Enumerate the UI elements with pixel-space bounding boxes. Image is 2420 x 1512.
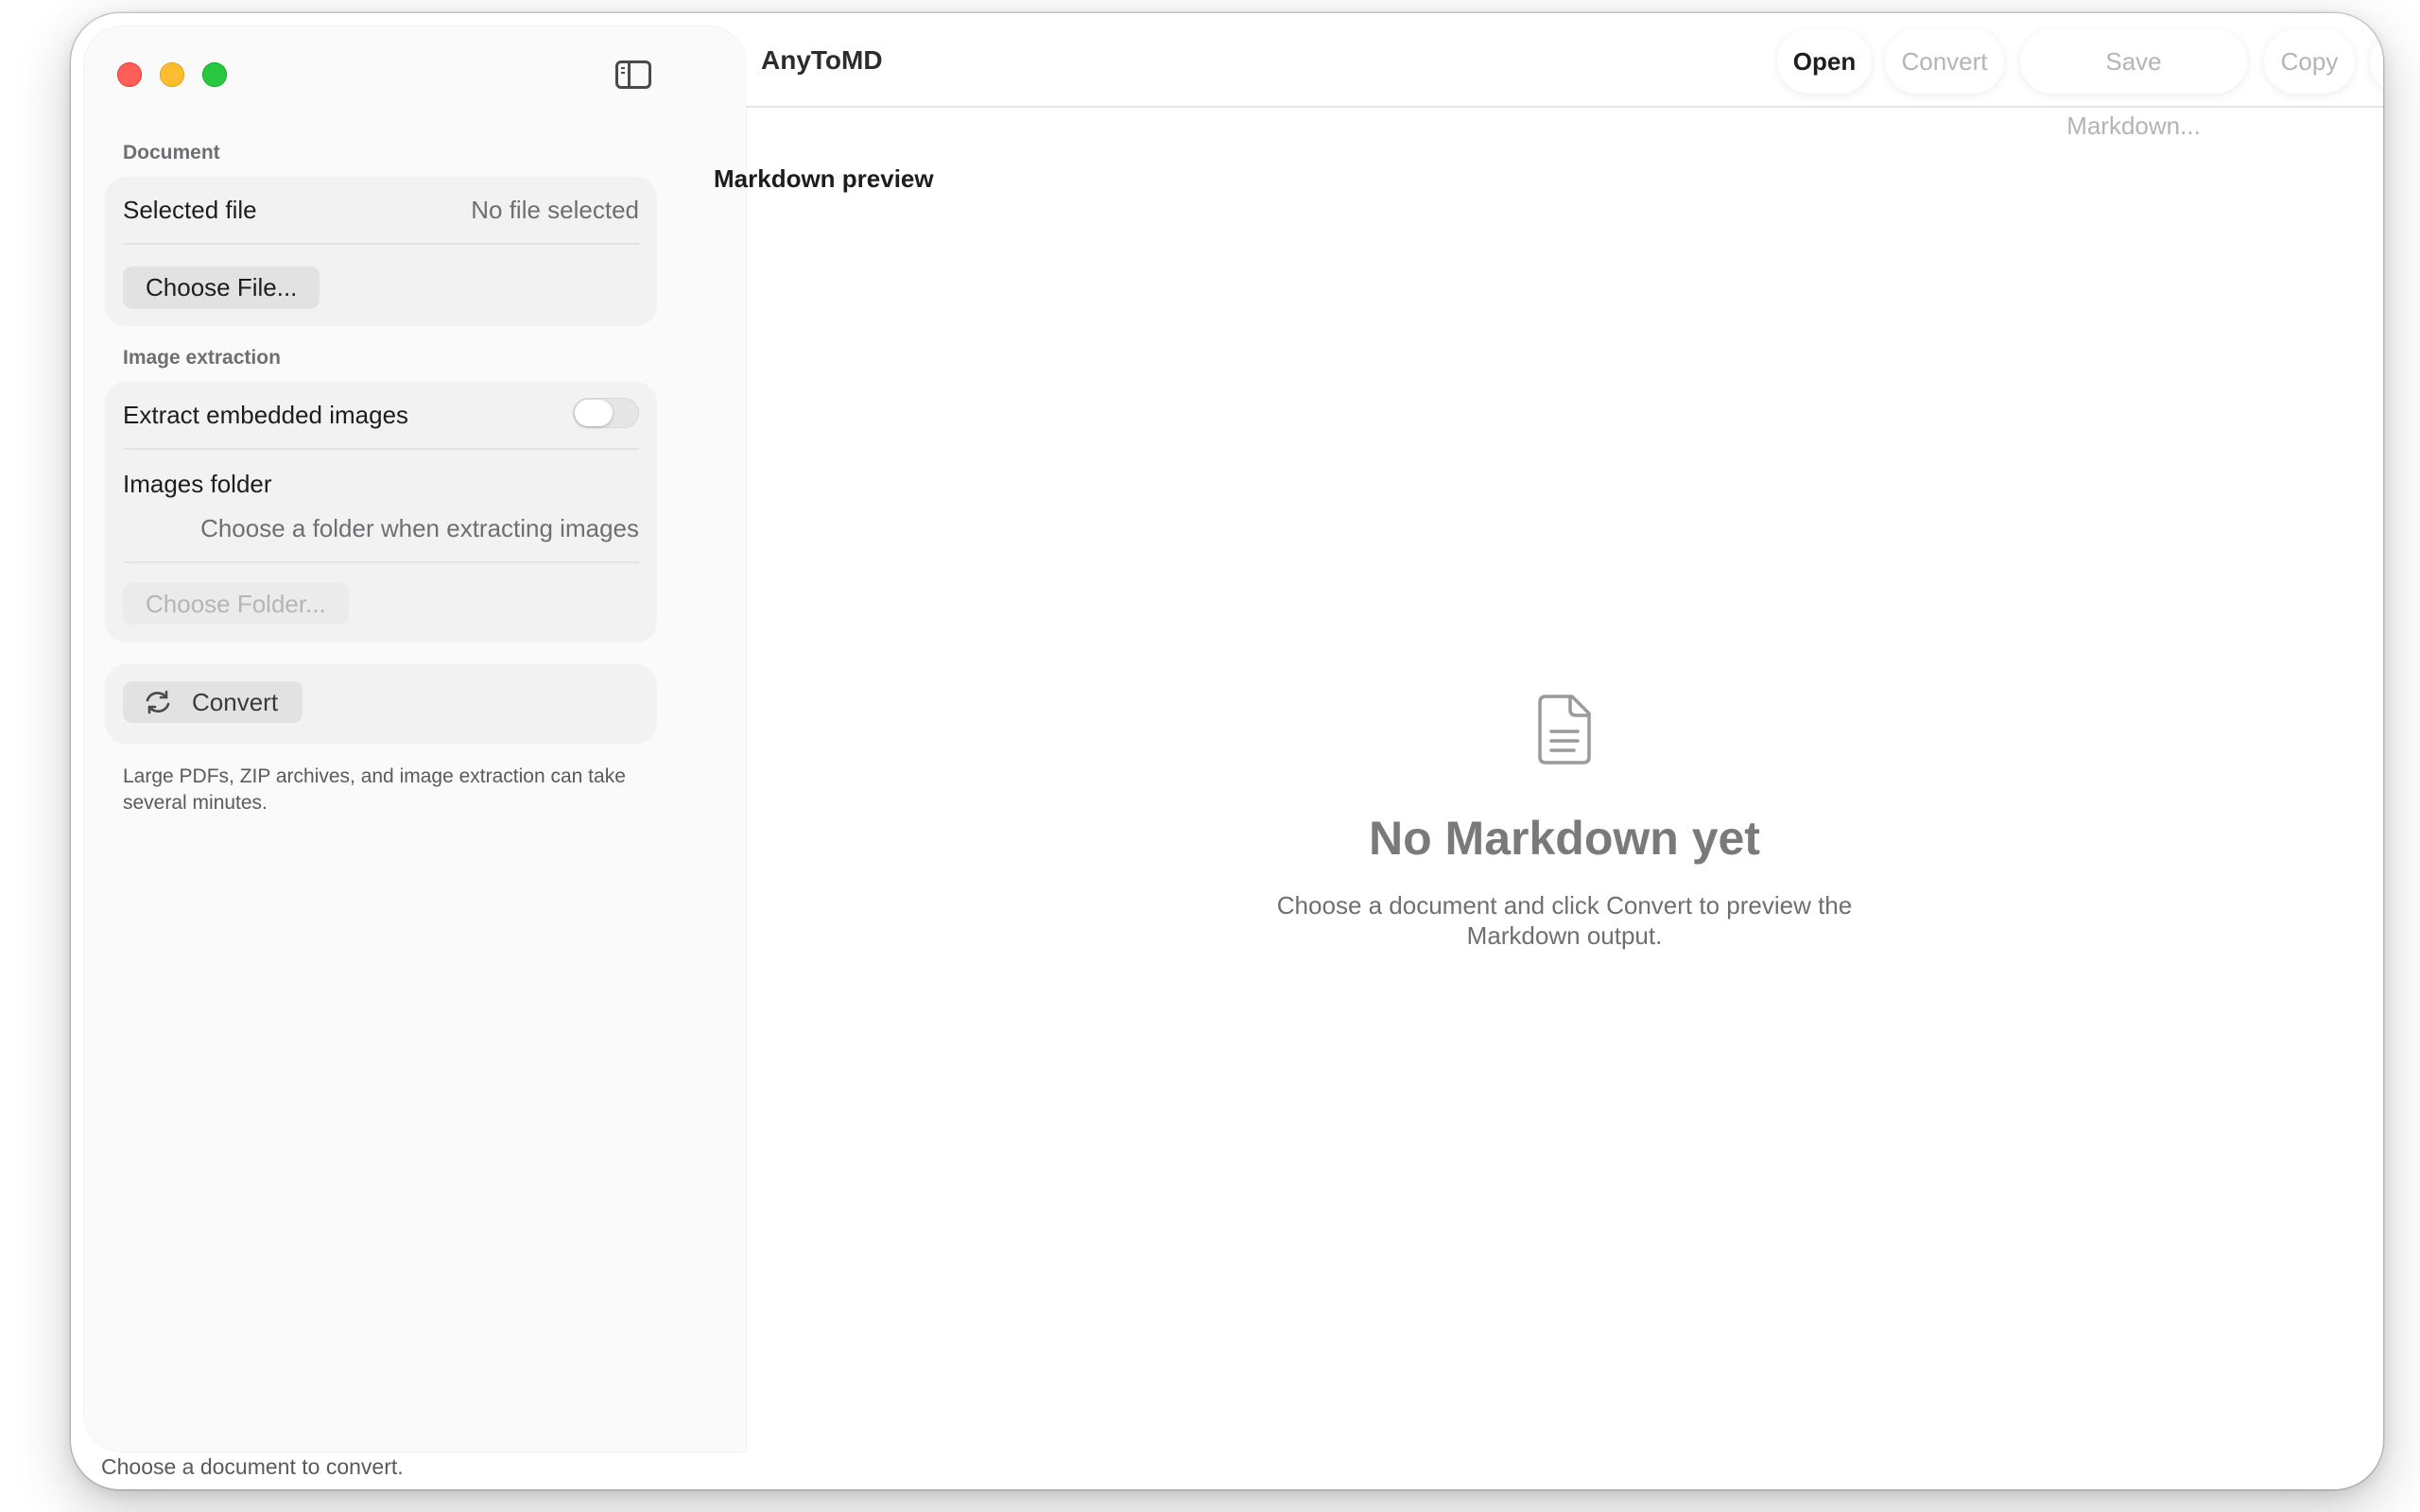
sidebar: Document Selected file No file selected … (84, 26, 746, 1452)
help-button[interactable]: ? (2370, 29, 2383, 94)
toolbar-convert-button[interactable]: Convert (1885, 29, 2004, 94)
images-folder-label: Images folder (123, 470, 272, 498)
maximize-window-button[interactable] (202, 62, 227, 87)
app-window: Document Selected file No file selected … (71, 13, 2383, 1489)
app-title: AnyToMD (761, 45, 883, 75)
divider (123, 561, 639, 563)
save-markdown-button[interactable]: Save Markdown... (2020, 29, 2247, 140)
minimize-window-button[interactable] (160, 62, 184, 87)
convert-group: Convert (105, 664, 657, 744)
extract-images-label: Extract embedded images (123, 401, 409, 429)
images-folder-value: Choose a folder when extracting images (200, 514, 639, 542)
empty-state: No Markdown yet Choose a document and cl… (746, 694, 2383, 951)
refresh-icon (146, 690, 170, 714)
sidebar-toggle-icon[interactable] (615, 60, 651, 89)
conversion-note: Large PDFs, ZIP archives, and image extr… (123, 765, 626, 814)
open-button[interactable]: Open (1777, 29, 1872, 94)
empty-state-title: No Markdown yet (1369, 812, 1760, 865)
status-bar-text: Choose a document to convert. (101, 1454, 404, 1479)
copy-button[interactable]: Copy (2264, 29, 2355, 94)
preview-title: Markdown preview (714, 164, 934, 193)
choose-file-button[interactable]: Choose File... (123, 266, 320, 308)
document-section-label: Document (123, 142, 220, 163)
divider (123, 243, 639, 245)
empty-state-subtitle: Choose a document and click Convert to p… (1276, 891, 1853, 950)
document-icon (1538, 695, 1591, 765)
toggle-knob (575, 400, 613, 426)
divider (123, 448, 639, 450)
extract-images-toggle[interactable] (573, 398, 639, 428)
selected-file-value: No file selected (471, 196, 639, 224)
image-extraction-group: Extract embedded images Images folder Ch… (105, 382, 657, 643)
choose-folder-button[interactable]: Choose Folder... (123, 583, 349, 625)
toolbar: AnyToMD Open Convert Save Markdown... Co… (746, 13, 2383, 140)
selected-file-label: Selected file (123, 196, 257, 224)
close-window-button[interactable] (117, 62, 142, 87)
sidebar-convert-button[interactable]: Convert (123, 681, 302, 723)
convert-button-label: Convert (192, 688, 279, 716)
image-extraction-section-label: Image extraction (123, 347, 281, 369)
document-group: Selected file No file selected Choose Fi… (105, 177, 657, 326)
